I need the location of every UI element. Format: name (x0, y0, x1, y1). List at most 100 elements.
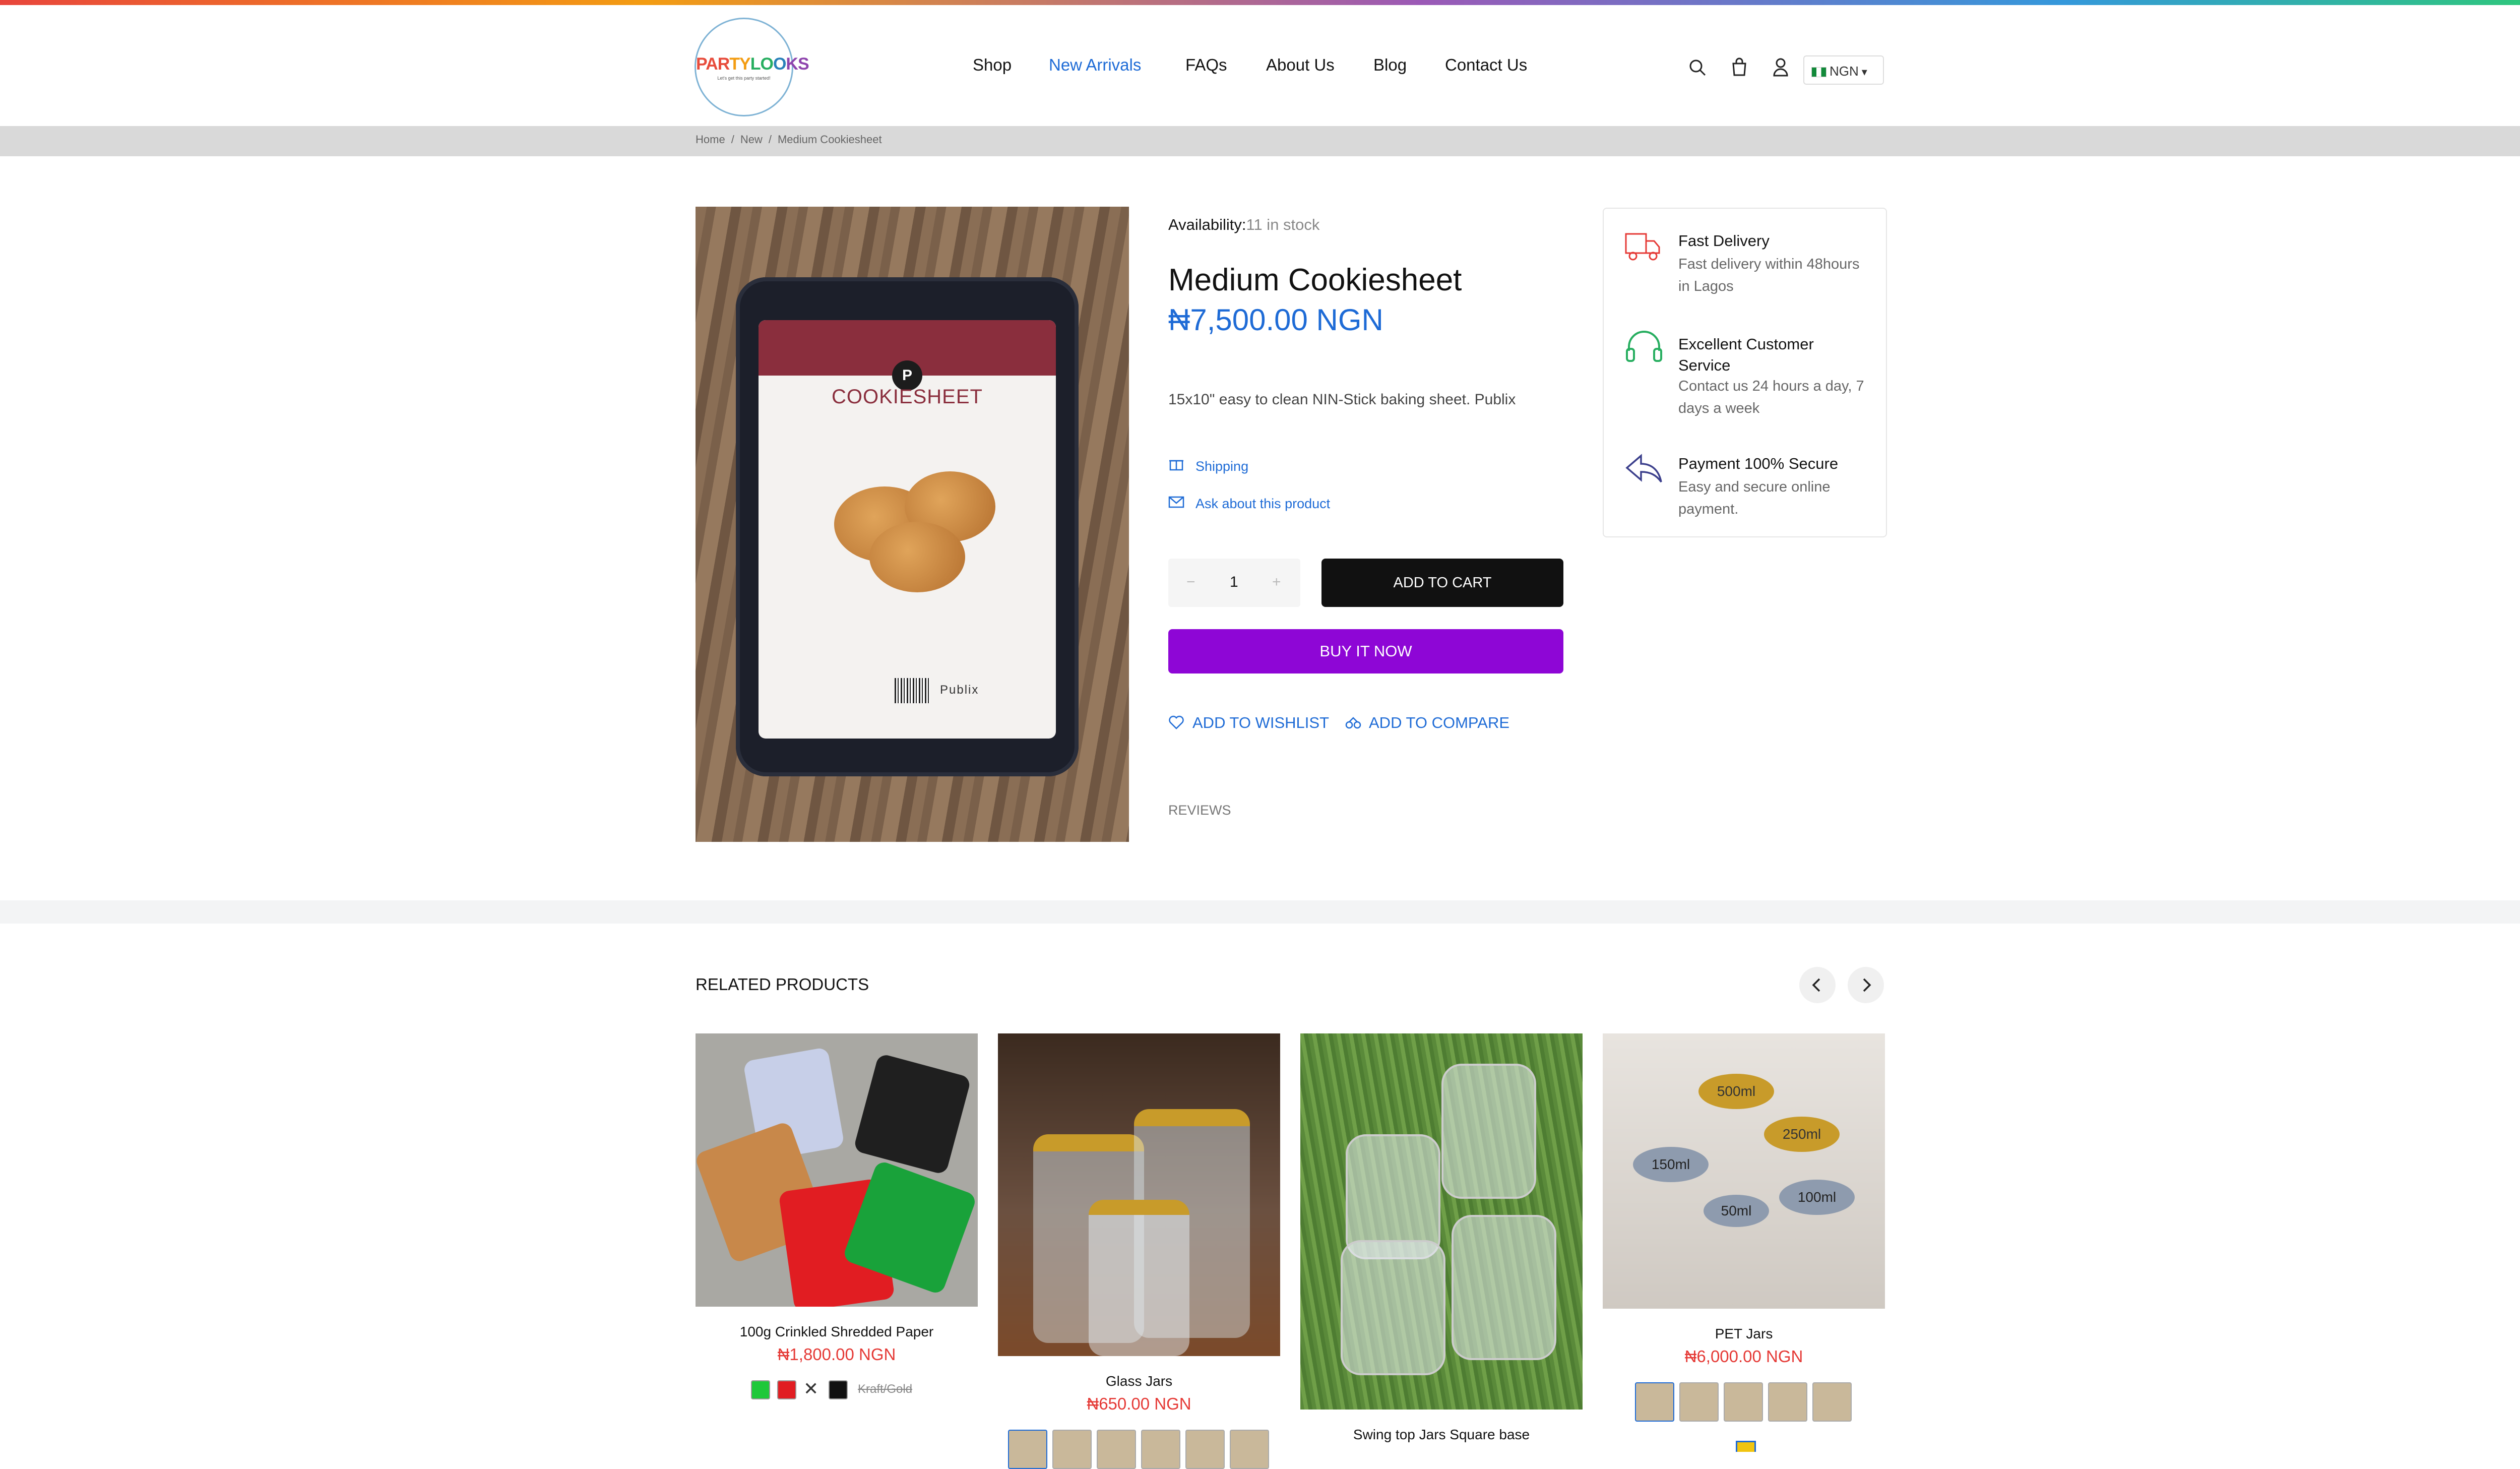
breadcrumb-current: Medium Cookiesheet (777, 133, 882, 146)
product-price: ₦7,500.00 NGN (1168, 303, 1383, 337)
qty-plus-button[interactable]: + (1272, 574, 1281, 591)
chevron-left-icon (1812, 978, 1820, 992)
availability-value: 11 in stock (1246, 216, 1320, 233)
availability-label: Availability: (1168, 216, 1246, 233)
section-divider (0, 900, 2520, 924)
color-swatch-green[interactable] (751, 1380, 770, 1399)
variant-thumbnail[interactable] (1768, 1382, 1807, 1422)
shipping-link[interactable]: Shipping (1195, 459, 1248, 474)
logo-wordmark: PARTYLOOKS (696, 54, 809, 74)
jar-lid-label: 250ml (1764, 1117, 1840, 1152)
variant-thumbnail[interactable] (1230, 1430, 1269, 1469)
nav-blog[interactable]: Blog (1373, 55, 1407, 75)
search-icon[interactable] (1688, 58, 1707, 77)
breadcrumb: Home / New / Medium Cookiesheet (696, 133, 888, 146)
variant-thumbnail[interactable] (1141, 1430, 1180, 1469)
jar-lid-label: 150ml (1633, 1147, 1709, 1182)
packaging-title: COOKIESHEET (832, 386, 983, 408)
product-card-image[interactable] (1300, 1033, 1583, 1410)
add-to-cart-button[interactable]: ADD TO CART (1321, 559, 1563, 607)
carousel-next-button[interactable] (1848, 967, 1884, 1003)
add-to-compare-link[interactable]: ADD TO COMPARE (1369, 714, 1509, 732)
breadcrumb-separator: / (768, 133, 772, 146)
product-card-image[interactable] (696, 1033, 978, 1307)
color-swatch-red[interactable] (777, 1380, 796, 1399)
cart-icon[interactable] (1731, 57, 1748, 77)
variant-thumbnail[interactable] (1097, 1430, 1136, 1469)
jar-lid-label: 500ml (1698, 1074, 1774, 1109)
nav-shop[interactable]: Shop (973, 55, 1012, 75)
nav-contact-us[interactable]: Contact Us (1445, 55, 1527, 75)
cookie-graphic (869, 522, 965, 592)
top-gradient-bar (0, 0, 2520, 5)
product-card-price: ₦1,800.00 NGN (777, 1345, 896, 1364)
features-box: Fast Delivery Fast delivery within 48hou… (1603, 208, 1887, 537)
breadcrumb-new[interactable]: New (740, 133, 763, 146)
reviews-tab[interactable]: REVIEWS (1168, 803, 1231, 818)
product-title: Medium Cookiesheet (1168, 263, 1462, 297)
unavailable-x-icon[interactable]: ✕ (803, 1378, 818, 1399)
color-swatch-black[interactable] (829, 1380, 848, 1399)
carousel-prev-button[interactable] (1799, 967, 1836, 1003)
product-card-name[interactable]: Glass Jars (998, 1373, 1280, 1389)
gift-box-icon (1169, 460, 1183, 471)
buy-it-now-button[interactable]: BUY IT NOW (1168, 629, 1563, 674)
currency-value: NGN (1830, 64, 1859, 79)
variant-thumbnail[interactable] (1724, 1382, 1763, 1422)
product-card-image[interactable]: 500ml 250ml 150ml 100ml 50ml (1603, 1033, 1885, 1309)
ask-about-product-link[interactable]: Ask about this product (1195, 496, 1330, 512)
variant-thumbnail[interactable] (1679, 1382, 1719, 1422)
user-icon[interactable] (1772, 57, 1789, 77)
feature-title: Fast Delivery (1678, 232, 1770, 250)
nav-new-arrivals[interactable]: New Arrivals (1049, 55, 1141, 75)
add-to-wishlist-link[interactable]: ADD TO WISHLIST (1192, 714, 1329, 732)
variant-thumbnail[interactable] (1185, 1430, 1225, 1469)
site-header: PARTYLOOKS Let's get this party started!… (0, 5, 2520, 126)
variant-thumbnail[interactable] (1812, 1382, 1852, 1422)
color-swatch-yellow[interactable] (1736, 1441, 1756, 1452)
feature-title: Payment 100% Secure (1678, 455, 1839, 472)
reply-arrow-icon (1625, 454, 1662, 483)
feature-desc: Fast delivery within 48hours in Lagos (1678, 256, 1860, 294)
quantity-stepper[interactable]: − 1 + (1168, 559, 1300, 607)
product-description: 15x10" easy to clean NIN-Stick baking sh… (1168, 391, 1516, 408)
site-logo[interactable]: PARTYLOOKS Let's get this party started! (695, 18, 809, 116)
envelope-icon (1168, 496, 1184, 508)
feature-desc: Easy and secure online payment. (1678, 479, 1831, 517)
packaging-brand: Publix (940, 683, 979, 697)
headset-icon (1626, 331, 1662, 362)
related-products-title: RELATED PRODUCTS (696, 975, 869, 994)
breadcrumb-home[interactable]: Home (696, 133, 725, 146)
nigeria-flag-icon (1811, 67, 1826, 78)
product-card-name[interactable]: Swing top Jars Square base (1300, 1427, 1583, 1443)
variant-kraft-gold[interactable]: Kraft/Gold (858, 1382, 912, 1396)
product-card-image[interactable] (998, 1033, 1280, 1356)
product-card-name[interactable]: PET Jars (1603, 1326, 1885, 1342)
feature-title: Excellent Customer Service (1678, 335, 1814, 374)
breadcrumb-separator: / (731, 133, 734, 146)
heart-icon (1169, 715, 1184, 729)
feature-desc: Contact us 24 hours a day, 7 days a week (1678, 378, 1864, 416)
product-card-name[interactable]: 100g Crinkled Shredded Paper (696, 1324, 978, 1340)
packaging-sheet: P COOKIESHEET Publix (759, 320, 1056, 739)
nav-faqs[interactable]: FAQs (1185, 55, 1227, 75)
chevron-right-icon (1863, 978, 1871, 992)
nav-about-us[interactable]: About Us (1266, 55, 1335, 75)
jar-lid-label: 50ml (1704, 1195, 1769, 1227)
compare-icon (1345, 717, 1361, 729)
availability: Availability:11 in stock (1168, 216, 1319, 234)
delivery-truck-icon (1625, 233, 1660, 261)
product-image[interactable]: P COOKIESHEET Publix (696, 207, 1129, 842)
variant-thumbnail[interactable] (1008, 1430, 1047, 1469)
variant-thumbnail[interactable] (1635, 1382, 1674, 1422)
logo-tagline: Let's get this party started! (717, 76, 771, 81)
currency-selector[interactable]: NGN ▾ (1803, 55, 1884, 85)
variant-thumbnail[interactable] (1052, 1430, 1092, 1469)
barcode-graphic (895, 678, 930, 703)
qty-value[interactable]: 1 (1230, 574, 1238, 591)
breadcrumb-bar (0, 126, 2520, 156)
product-card-price: ₦650.00 NGN (1087, 1394, 1191, 1413)
product-card-price: ₦6,000.00 NGN (1684, 1347, 1803, 1366)
qty-minus-button[interactable]: − (1186, 574, 1195, 591)
jar-lid-label: 100ml (1779, 1180, 1855, 1215)
